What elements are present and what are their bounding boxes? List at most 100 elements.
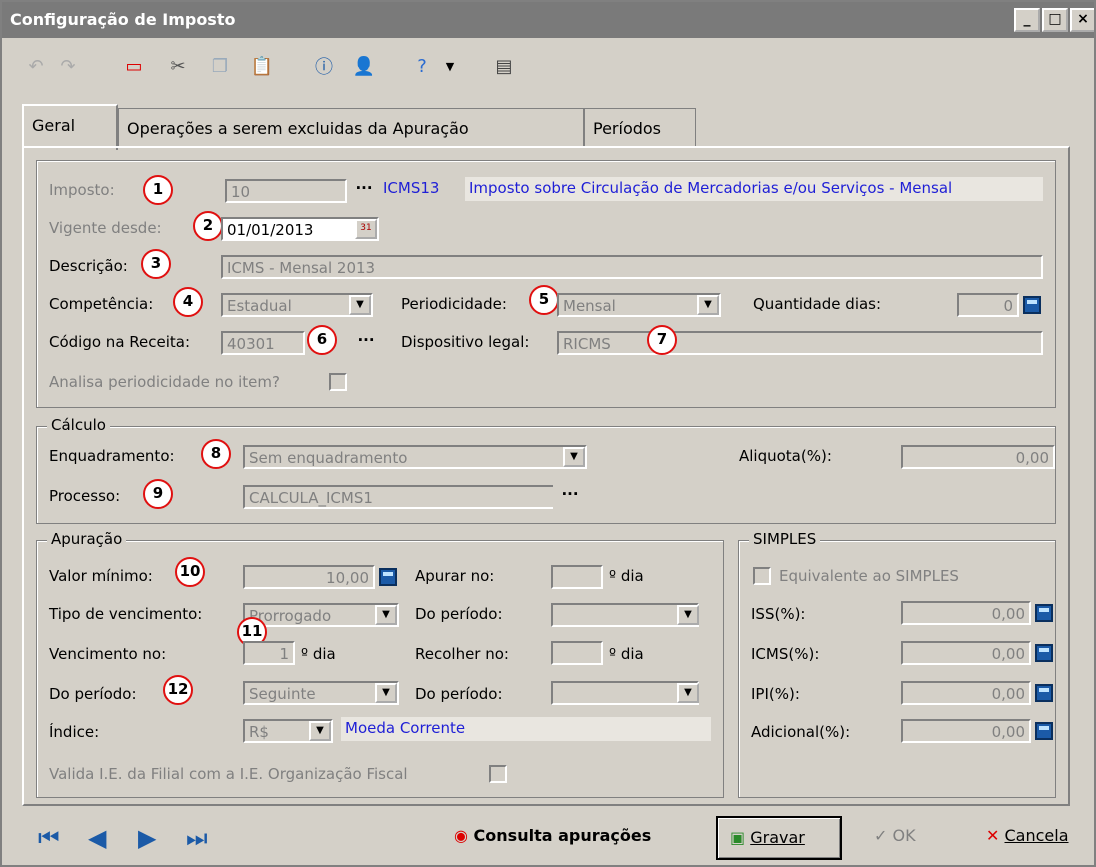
qtd-dias-label: Quantidade dias:	[753, 295, 882, 313]
previous-record-icon[interactable]: ◀	[88, 824, 106, 852]
calculator-icon[interactable]	[1035, 722, 1053, 740]
calculo-group: Cálculo Enquadramento: 8 Sem enquadramen…	[36, 416, 1056, 524]
tab-operacoes-label: Operações a serem excluidas da Apuração	[127, 119, 469, 138]
adicional-field[interactable]: 0,00	[901, 719, 1031, 743]
tab-periodos[interactable]: Períodos	[584, 108, 696, 148]
marker-6: 6	[307, 325, 337, 355]
cancel-icon: ✕	[986, 826, 1000, 845]
descricao-label: Descrição:	[49, 257, 128, 275]
imposto-code: ICMS13	[383, 179, 440, 197]
processo-ellipsis-button[interactable]: ···	[553, 485, 587, 509]
do-periodo-label: Do período:	[415, 605, 503, 623]
tab-operacoes[interactable]: Operações a serem excluidas da Apuração	[118, 108, 584, 148]
calculator-icon[interactable]	[1023, 296, 1041, 314]
maximize-button[interactable]: □	[1042, 8, 1068, 32]
undo-icon[interactable]: ↶	[24, 54, 48, 78]
cut-icon[interactable]: ✂	[166, 54, 190, 78]
imposto-ellipsis-button[interactable]: ···	[347, 179, 381, 203]
equivalente-checkbox[interactable]	[753, 567, 771, 585]
export-icon[interactable]: ▤	[492, 54, 516, 78]
copy-icon[interactable]: ❐	[208, 54, 232, 78]
qtd-dias-field[interactable]: 0	[957, 293, 1019, 317]
toolbar: ↶ ↷ ▭ ✂ ❐ 📋 ⓘ 👤 ? ▼ ▤	[2, 42, 1094, 94]
record-icon: ◉	[454, 826, 468, 845]
simples-group: SIMPLES Equivalente ao SIMPLES ISS(%): 0…	[738, 530, 1056, 798]
valor-min-field[interactable]: 10,00	[243, 565, 375, 589]
geral-group: Imposto: 1 10 ··· ICMS13 Imposto sobre C…	[36, 160, 1056, 408]
marker-3: 3	[141, 249, 171, 279]
codigo-ellipsis-button[interactable]: ···	[349, 331, 383, 355]
analisa-checkbox[interactable]	[329, 373, 347, 391]
venc-no-field[interactable]: 1	[243, 641, 295, 665]
redo-icon[interactable]: ↷	[56, 54, 80, 78]
enquadramento-dropdown-icon[interactable]: ▼	[563, 447, 585, 467]
apurar-dia-suffix: º dia	[609, 567, 644, 585]
processo-label: Processo:	[49, 487, 121, 505]
do-periodo3-label: Do período:	[415, 685, 503, 703]
help-icon[interactable]: ?	[410, 54, 434, 78]
info-icon[interactable]: ⓘ	[312, 54, 336, 78]
marker-7: 7	[647, 325, 677, 355]
competencia-dropdown-icon[interactable]: ▼	[349, 295, 371, 315]
paste-icon[interactable]: 📋	[250, 54, 274, 78]
calculator-icon[interactable]	[379, 568, 397, 586]
enquadramento-select[interactable]: Sem enquadramento	[243, 445, 587, 469]
help-dropdown-icon[interactable]: ▼	[438, 54, 462, 78]
valor-min-label: Valor mínimo:	[49, 567, 153, 585]
imposto-label: Imposto:	[49, 181, 115, 199]
recolher-field[interactable]	[551, 641, 603, 665]
descricao-field[interactable]: ICMS - Mensal 2013	[221, 255, 1043, 279]
window: Configuração de Imposto _ □ × ↶ ↷ ▭ ✂ ❐ …	[0, 0, 1096, 867]
do-periodo3-dropdown-icon[interactable]: ▼	[677, 683, 699, 703]
marker-12: 12	[163, 675, 193, 705]
marker-5: 5	[529, 285, 559, 315]
aliquota-label: Aliquota(%):	[739, 447, 832, 465]
aliquota-field[interactable]: 0,00	[901, 445, 1055, 469]
indice-dropdown-icon[interactable]: ▼	[309, 721, 331, 741]
calculator-icon[interactable]	[1035, 644, 1053, 662]
new-document-icon[interactable]: ▭	[122, 54, 146, 78]
consulta-apuracoes-button[interactable]: ◉ Consulta apurações	[442, 816, 663, 860]
do-periodo2-dropdown-icon[interactable]: ▼	[375, 683, 397, 703]
do-periodo-dropdown-icon[interactable]: ▼	[677, 605, 699, 625]
minimize-button[interactable]: _	[1014, 8, 1040, 32]
tab-geral[interactable]: Geral	[22, 104, 118, 150]
check-icon: ✓	[874, 826, 888, 845]
indice-description: Moeda Corrente	[341, 717, 711, 741]
valida-checkbox[interactable]	[489, 765, 507, 783]
calculator-icon[interactable]	[1035, 684, 1053, 702]
last-record-icon[interactable]: ⏭	[186, 824, 208, 852]
first-record-icon[interactable]: ⏮	[38, 824, 60, 852]
marker-9: 9	[143, 479, 173, 509]
next-record-icon[interactable]: ▶	[138, 824, 156, 852]
equivalente-label: Equivalente ao SIMPLES	[779, 567, 959, 585]
processo-field[interactable]: CALCULA_ICMS1	[243, 485, 587, 509]
periodicidade-label: Periodicidade:	[401, 295, 507, 313]
vigente-label: Vigente desde:	[49, 219, 162, 237]
codigo-field[interactable]: 40301	[221, 331, 305, 355]
ipi-field[interactable]: 0,00	[901, 681, 1031, 705]
cancela-button[interactable]: ✕ Cancela	[974, 816, 1081, 860]
tipo-venc-dropdown-icon[interactable]: ▼	[375, 605, 397, 625]
user-icon[interactable]: 👤	[352, 54, 376, 78]
dispositivo-field[interactable]: RICMS	[557, 331, 1043, 355]
marker-10: 10	[175, 557, 205, 587]
ok-button[interactable]: ✓ OK	[862, 816, 928, 860]
periodicidade-dropdown-icon[interactable]: ▼	[697, 295, 719, 315]
recolher-dia-suffix: º dia	[609, 645, 644, 663]
marker-8: 8	[201, 439, 231, 469]
apuracao-group: Apuração Valor mínimo: 10 10,00 Apurar n…	[36, 530, 724, 798]
imposto-field[interactable]: 10	[225, 179, 347, 203]
apurar-label: Apurar no:	[415, 567, 495, 585]
calculator-icon[interactable]	[1035, 604, 1053, 622]
apurar-field[interactable]	[551, 565, 603, 589]
iss-field[interactable]: 0,00	[901, 601, 1031, 625]
calculo-title: Cálculo	[47, 416, 110, 434]
analisa-label: Analisa periodicidade no item?	[49, 373, 280, 391]
title-bar: Configuração de Imposto _ □ ×	[2, 2, 1094, 38]
close-button[interactable]: ×	[1070, 8, 1094, 32]
calendar-icon[interactable]: 31	[355, 219, 377, 239]
marker-2: 2	[193, 211, 223, 241]
gravar-button[interactable]: ▣ Gravar	[716, 816, 842, 860]
icms-field[interactable]: 0,00	[901, 641, 1031, 665]
